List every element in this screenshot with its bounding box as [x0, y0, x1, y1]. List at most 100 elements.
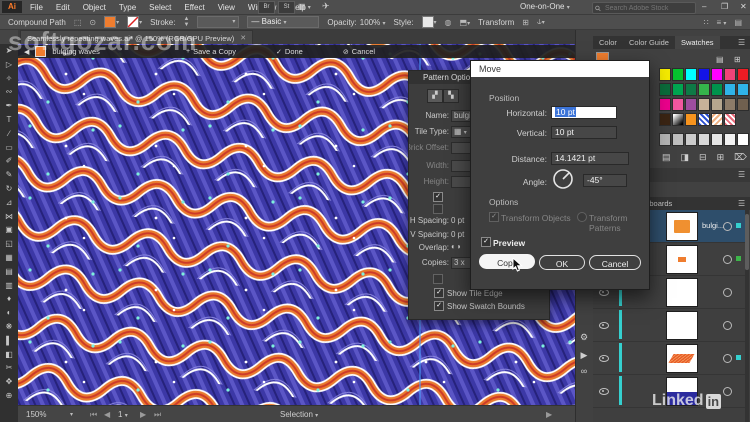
- swatch[interactable]: [659, 68, 671, 81]
- preview-checkbox[interactable]: [481, 237, 491, 247]
- menu-item-edit[interactable]: Edit: [56, 3, 70, 12]
- swatch[interactable]: [672, 113, 684, 126]
- stock-search[interactable]: [592, 2, 696, 14]
- gradient-tool[interactable]: ▥: [0, 279, 18, 293]
- visibility-eye-icon[interactable]: [599, 355, 609, 362]
- swatch[interactable]: [711, 98, 723, 111]
- swatch[interactable]: [711, 133, 723, 146]
- restore-button[interactable]: ❐: [721, 2, 728, 11]
- pen-tool[interactable]: ✒: [0, 99, 18, 113]
- swatch[interactable]: [685, 68, 697, 81]
- slice-tool[interactable]: ✂: [0, 361, 18, 375]
- blend-tool[interactable]: ◐: [0, 306, 18, 320]
- search-input[interactable]: [603, 3, 693, 13]
- lasso-tool[interactable]: ∾: [0, 85, 18, 99]
- swatch[interactable]: [737, 133, 749, 146]
- bridge-icon[interactable]: Br: [258, 1, 275, 14]
- preferences-icon[interactable]: ⬒▾: [460, 18, 471, 27]
- width-tool[interactable]: ⋈: [0, 210, 18, 224]
- swatch[interactable]: [672, 68, 684, 81]
- swatch[interactable]: [737, 83, 749, 96]
- swatch[interactable]: [672, 83, 684, 96]
- show-swatch-bounds-checkbox[interactable]: [434, 301, 444, 311]
- swatch[interactable]: [737, 68, 749, 81]
- transform-label[interactable]: Transform: [478, 18, 514, 27]
- actions-play-icon[interactable]: ▶: [577, 348, 591, 362]
- layer-row[interactable]: [593, 342, 748, 375]
- menu-item-select[interactable]: Select: [149, 3, 171, 12]
- layer-target-icon[interactable]: [723, 222, 732, 231]
- rotate-tool[interactable]: ↻: [0, 182, 18, 196]
- swatch[interactable]: [711, 68, 723, 81]
- layers-scrollbar[interactable]: [745, 210, 749, 422]
- column-graph-tool[interactable]: ▌: [0, 334, 18, 348]
- arrange-icon[interactable]: ⫝▾: [537, 17, 545, 27]
- perspective-grid-tool[interactable]: ▦: [0, 251, 18, 265]
- panel-options-icon[interactable]: ≡ ▾: [717, 18, 727, 27]
- h-spacing-value[interactable]: 0 pt: [451, 216, 464, 225]
- direct-selection-tool[interactable]: ▷: [0, 58, 18, 72]
- first-artboard-icon[interactable]: ⏮: [90, 410, 97, 420]
- horizontal-field[interactable]: 10 pt: [551, 106, 617, 119]
- swatch[interactable]: [724, 98, 736, 111]
- zoom-tool[interactable]: ⊕: [0, 389, 18, 403]
- stroke-weight-field[interactable]: ▾: [197, 16, 240, 28]
- ok-button[interactable]: OK: [539, 255, 585, 270]
- swatch[interactable]: [672, 98, 684, 111]
- cancel-button[interactable]: Cancel: [589, 255, 641, 270]
- artboard-tool[interactable]: ◧: [0, 348, 18, 362]
- status-tool-label[interactable]: Selection ▾: [280, 410, 318, 419]
- zoom-dropdown-icon[interactable]: ▾: [70, 411, 73, 418]
- swatch[interactable]: [659, 98, 671, 111]
- vertical-field[interactable]: 10 pt: [551, 126, 617, 139]
- move-dialog-title[interactable]: Move: [471, 61, 649, 77]
- visibility-eye-icon[interactable]: [599, 322, 609, 329]
- rectangle-tool[interactable]: ▭: [0, 141, 18, 155]
- menu-item-type[interactable]: Type: [119, 3, 136, 12]
- pattern-tile-tool-icon[interactable]: ▞: [427, 89, 443, 103]
- pencil-tool[interactable]: ✎: [0, 168, 18, 182]
- tab-swatches[interactable]: Swatches: [674, 36, 720, 49]
- hand-tool[interactable]: ✥: [0, 375, 18, 389]
- share-icon[interactable]: ✈: [322, 1, 330, 12]
- prev-artboard-icon[interactable]: ◀: [104, 410, 110, 419]
- scroll-right-icon[interactable]: ▶: [546, 410, 552, 419]
- visibility-eye-icon[interactable]: [599, 388, 609, 395]
- layer-target-icon[interactable]: [723, 255, 732, 264]
- visibility-eye-icon[interactable]: [599, 289, 609, 296]
- tab-color-guide[interactable]: Color Guide: [623, 36, 675, 49]
- delete-swatch-icon[interactable]: ⌦: [734, 152, 747, 163]
- eyedropper-tool[interactable]: ♦: [0, 292, 18, 306]
- pattern-action-done[interactable]: ✓ Done: [276, 47, 303, 56]
- show-tile-edge-checkbox[interactable]: [434, 288, 444, 298]
- swatch[interactable]: [737, 98, 749, 111]
- layer-target-icon[interactable]: [723, 321, 732, 330]
- tab-color[interactable]: Color: [593, 36, 623, 49]
- pattern-action-cancel[interactable]: ⊘ Cancel: [343, 47, 375, 56]
- swatch[interactable]: [685, 98, 697, 111]
- opacity-value[interactable]: 100% ▾: [360, 18, 386, 27]
- artboard-number[interactable]: 1 ▾: [118, 410, 128, 419]
- mesh-tool[interactable]: ▤: [0, 265, 18, 279]
- new-color-group-icon[interactable]: ⊟: [699, 152, 707, 163]
- swatch[interactable]: [724, 68, 736, 81]
- screen-mode-icon[interactable]: ▤: [734, 18, 742, 27]
- layer-row[interactable]: [593, 309, 748, 342]
- swatch[interactable]: [698, 68, 710, 81]
- isolate-icon[interactable]: ∷: [703, 18, 708, 27]
- layer-target-icon[interactable]: [723, 288, 732, 297]
- stock-icon[interactable]: St: [278, 1, 295, 14]
- swatch[interactable]: [698, 113, 710, 126]
- menu-item-object[interactable]: Object: [83, 3, 106, 12]
- free-transform-tool[interactable]: ▣: [0, 223, 18, 237]
- swatch[interactable]: [685, 133, 697, 146]
- type-tool[interactable]: T: [0, 113, 18, 127]
- paintbrush-tool[interactable]: ✐: [0, 154, 18, 168]
- swatch[interactable]: [698, 98, 710, 111]
- menu-item-file[interactable]: File: [30, 3, 43, 12]
- transparency-panel-menu-icon[interactable]: ☰: [738, 170, 745, 179]
- brush-definition[interactable]: — Basic ▾: [247, 16, 320, 28]
- menu-item-effect[interactable]: Effect: [184, 3, 204, 12]
- copy-button[interactable]: Copy: [479, 254, 535, 269]
- links-icon[interactable]: ∞: [577, 364, 591, 378]
